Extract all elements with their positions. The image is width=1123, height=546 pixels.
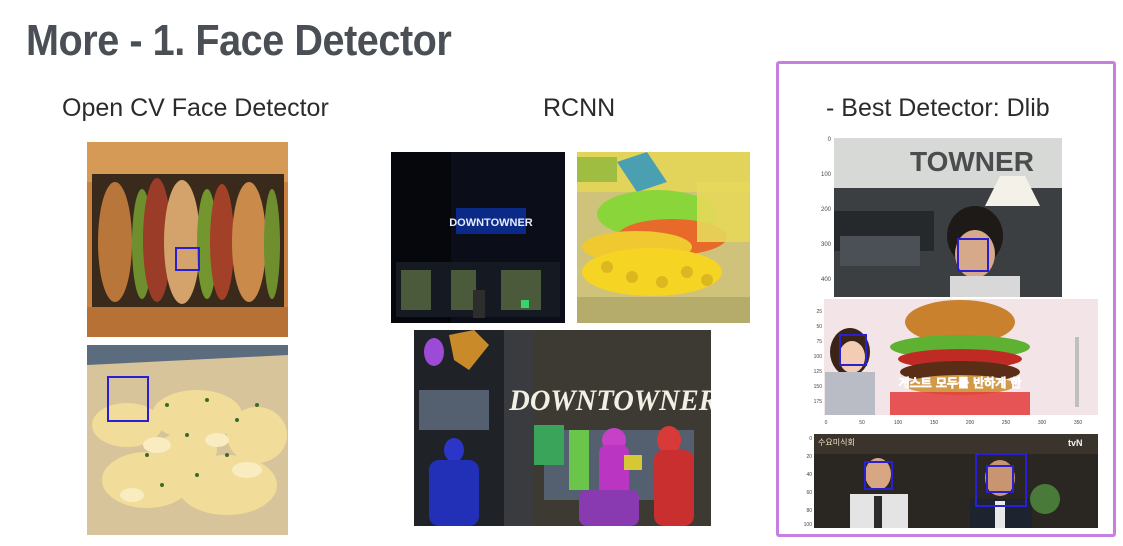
rcnn-segmented-burger-photo [577, 152, 750, 323]
dlib-burger-caption: 게스트 모두를 반하게 한 [899, 375, 1022, 390]
dlib-tv-channel: tvN [1068, 438, 1083, 448]
plot2-x-tick-1: 50 [859, 420, 865, 426]
plot3-y-tick-5: 100 [804, 522, 813, 528]
plot2-x-tick-6: 300 [1038, 420, 1047, 426]
plot2-x-tick-2: 100 [894, 420, 903, 426]
column-label-opencv: Open CV Face Detector [62, 94, 329, 122]
plot3-y-tick-1: 20 [806, 454, 812, 460]
dlib-sign-text: TOWNER [910, 146, 1034, 177]
plot2-y-tick-6: 175 [814, 399, 823, 405]
plot1-y-tick-1: 100 [821, 172, 832, 178]
plot2-x-tick-5: 250 [1002, 420, 1011, 426]
plot3-y-tick-3: 60 [806, 490, 812, 496]
plot2-x-tick-0: 0 [825, 420, 828, 426]
plot1-y-tick-4: 400 [821, 277, 832, 283]
plot1-y-tick-2: 200 [821, 207, 832, 213]
plot1-y-tick-3: 300 [821, 242, 832, 248]
opencv-burger-box-photo [87, 142, 288, 337]
slide-title: More - 1. Face Detector [26, 16, 452, 65]
plot3-y-tick-0: 0 [809, 436, 812, 442]
plot2-x-tick-7: 350 [1074, 420, 1083, 426]
dlib-restaurant-plot: TOWNER 0 100 200 300 400 [810, 136, 1062, 298]
rcnn-night-storefront-photo: DOWNTOWNER [391, 152, 565, 323]
plot2-y-tick-2: 75 [816, 339, 822, 345]
plot2-y-tick-3: 100 [814, 354, 823, 360]
plot3-y-tick-2: 40 [806, 472, 812, 478]
rcnn-storefront-text: DOWNTOWNER [508, 384, 711, 417]
dlib-tv-title: 수요미식회 [818, 438, 855, 447]
plot2-y-tick-1: 50 [816, 324, 822, 330]
plot2-y-tick-5: 150 [814, 384, 823, 390]
column-label-rcnn: RCNN [543, 94, 616, 122]
rcnn-storefront-segmented-photo: DOWNTOWNER [414, 330, 711, 526]
rcnn-sign-text: DOWNTOWNER [449, 217, 533, 229]
dlib-burger-plot: 게스트 모두를 반하게 한 25 50 75 100 125 150 175 0… [810, 297, 1100, 429]
plot2-x-tick-3: 150 [930, 420, 939, 426]
opencv-fries-photo [87, 345, 288, 535]
plot2-x-tick-4: 200 [966, 420, 975, 426]
plot3-y-tick-4: 80 [806, 508, 812, 514]
plot2-y-tick-0: 25 [816, 309, 822, 315]
dlib-tv-show-plot: 수요미식회 tvN 0 20 40 60 80 100 [800, 434, 1098, 528]
plot2-y-tick-4: 125 [814, 369, 823, 375]
